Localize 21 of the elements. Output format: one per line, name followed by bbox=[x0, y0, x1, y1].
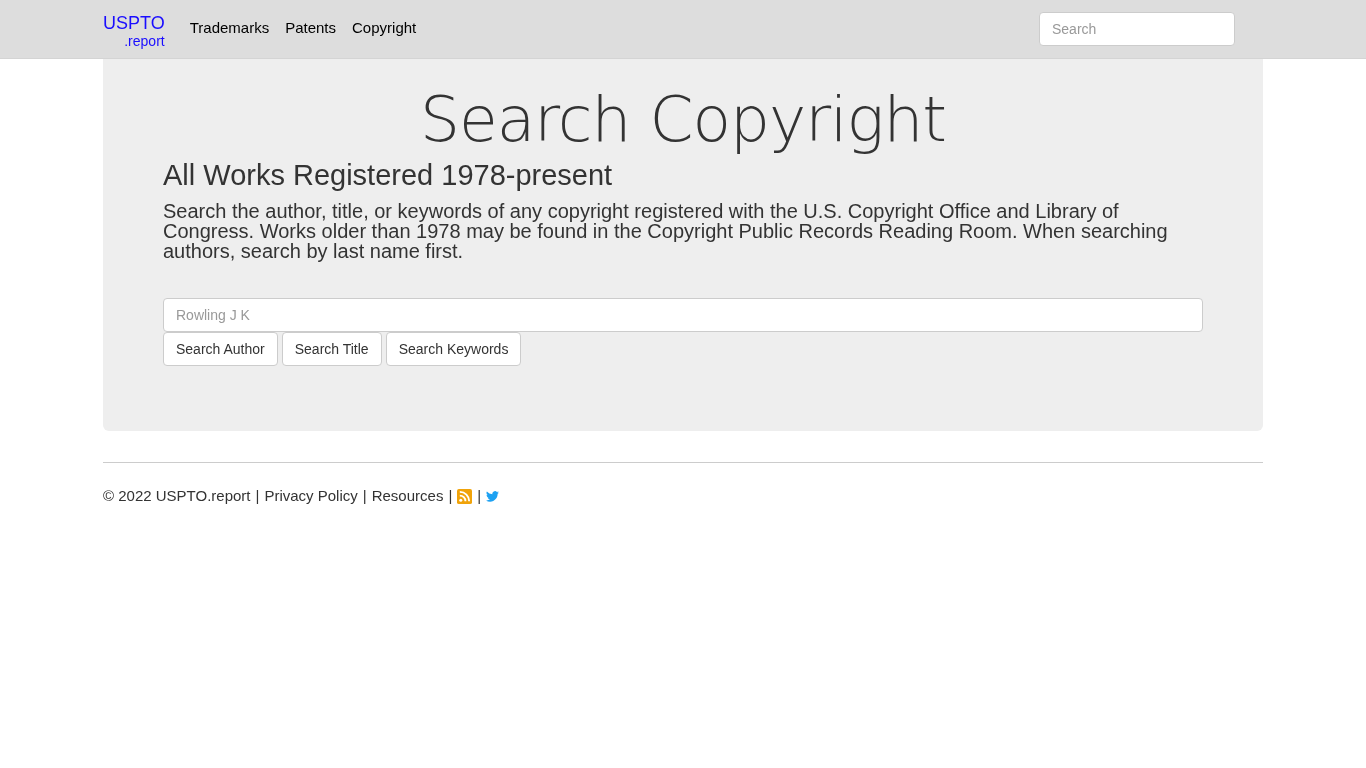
description-text: Search the author, title, or keywords of any copyright registered with the U.S. Copyright Office and Library of Congress. Works older than 1978 may be found in the Copyright Public Records Reading Room. When searching authors, search by last name first. bbox=[163, 201, 1169, 262]
separator-text: | bbox=[362, 486, 367, 506]
search-field[interactable]: Rowling J K bbox=[163, 298, 1203, 333]
separator-text: | bbox=[255, 486, 260, 506]
bird-icon[interactable] bbox=[486, 490, 500, 502]
footer-link[interactable]: Resources bbox=[371, 485, 444, 508]
search-button[interactable]: Search Keywords bbox=[385, 332, 522, 367]
copyright-text: © 2022 USPTO.report bbox=[103, 486, 251, 506]
footer-link[interactable]: Privacy Policy bbox=[264, 485, 358, 508]
page-title: Search Copyright bbox=[418, 85, 948, 155]
nav-link[interactable]: Trademarks bbox=[189, 17, 270, 40]
search-button[interactable]: Search Author bbox=[163, 332, 278, 367]
search-button[interactable]: Search Title bbox=[281, 332, 382, 367]
search-field[interactable]: Search bbox=[1039, 12, 1235, 46]
page-subtitle: All Works Registered 1978-present bbox=[163, 158, 614, 194]
nav-link[interactable]: Copyright bbox=[352, 17, 417, 40]
separator-text: | bbox=[477, 486, 482, 506]
nav-link[interactable]: Patents bbox=[285, 17, 337, 40]
separator-text: | bbox=[448, 486, 453, 506]
rss-icon[interactable] bbox=[457, 488, 473, 504]
site-logo[interactable]: USPTO .report bbox=[103, 0, 165, 48]
